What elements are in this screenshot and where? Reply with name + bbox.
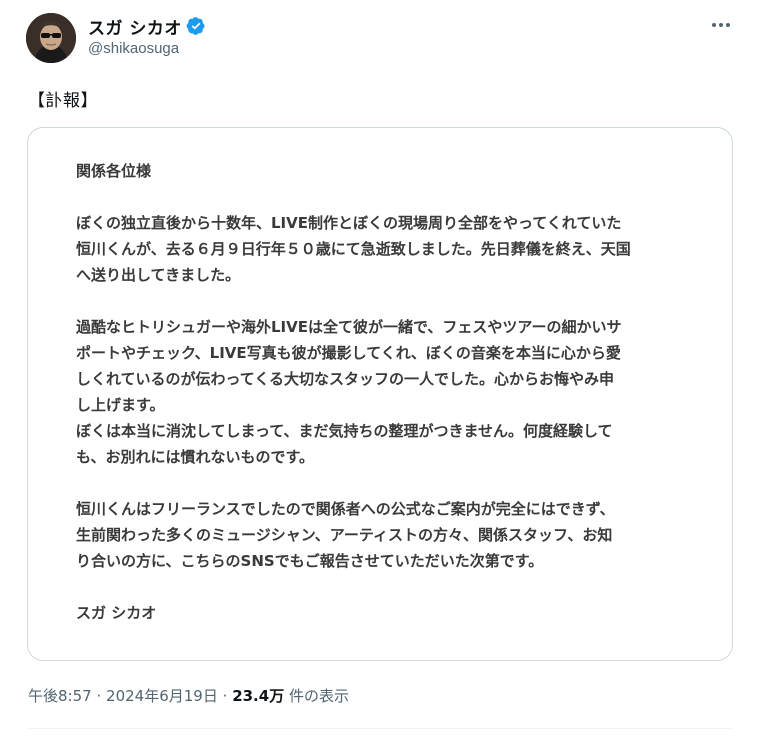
notice-image[interactable]: 関係各位様 ぼくの独立直後から十数年、LIVE制作とぼくの現場周り全部をやってく… [27, 127, 733, 661]
more-options-icon[interactable] [710, 14, 732, 36]
tweet-text: 【訃報】 [28, 91, 98, 111]
tweet-date[interactable]: 2024年6月19日 [106, 687, 218, 705]
avatar-image [26, 13, 76, 63]
notice-signature: スガ シカオ [76, 604, 157, 622]
user-handle[interactable]: @shikaosuga [88, 40, 206, 57]
notice-paragraph-3: 恒川くんはフリーランスでしたので関係者への公式なご案内が完全にはできず、 生前関… [76, 500, 615, 570]
notice-paragraph-1: ぼくの独立直後から十数年、LIVE制作とぼくの現場周り全部をやってくれていた 恒… [76, 214, 631, 284]
author-info: スガ シカオ @shikaosuga [88, 14, 206, 57]
tweet-time[interactable]: 午後8:57 [28, 687, 92, 705]
tweet-meta: 午後8:57 · 2024年6月19日 · 23.4万 件の表示 [28, 685, 349, 706]
notice-paragraph-2: 過酷なヒトリシュガーや海外LIVEは全て彼が一緒で、フェスやツアーの細かいサ ポ… [76, 318, 622, 466]
divider [28, 728, 732, 729]
display-name[interactable]: スガ シカオ [88, 14, 182, 39]
name-row: スガ シカオ [88, 14, 206, 39]
meta-separator: · [96, 687, 102, 705]
views-count[interactable]: 23.4万 [232, 687, 284, 705]
tweet: スガ シカオ @shikaosuga 【訃報】 関係各位様 ぼくの独立直後から十… [0, 0, 758, 743]
verified-badge-icon[interactable] [186, 16, 206, 36]
avatar[interactable] [26, 13, 76, 63]
meta-separator: · [222, 687, 228, 705]
views-label: 件の表示 [288, 687, 349, 705]
notice-body: 関係各位様 ぼくの独立直後から十数年、LIVE制作とぼくの現場周り全部をやってく… [76, 158, 701, 626]
notice-salutation: 関係各位様 [76, 162, 152, 180]
